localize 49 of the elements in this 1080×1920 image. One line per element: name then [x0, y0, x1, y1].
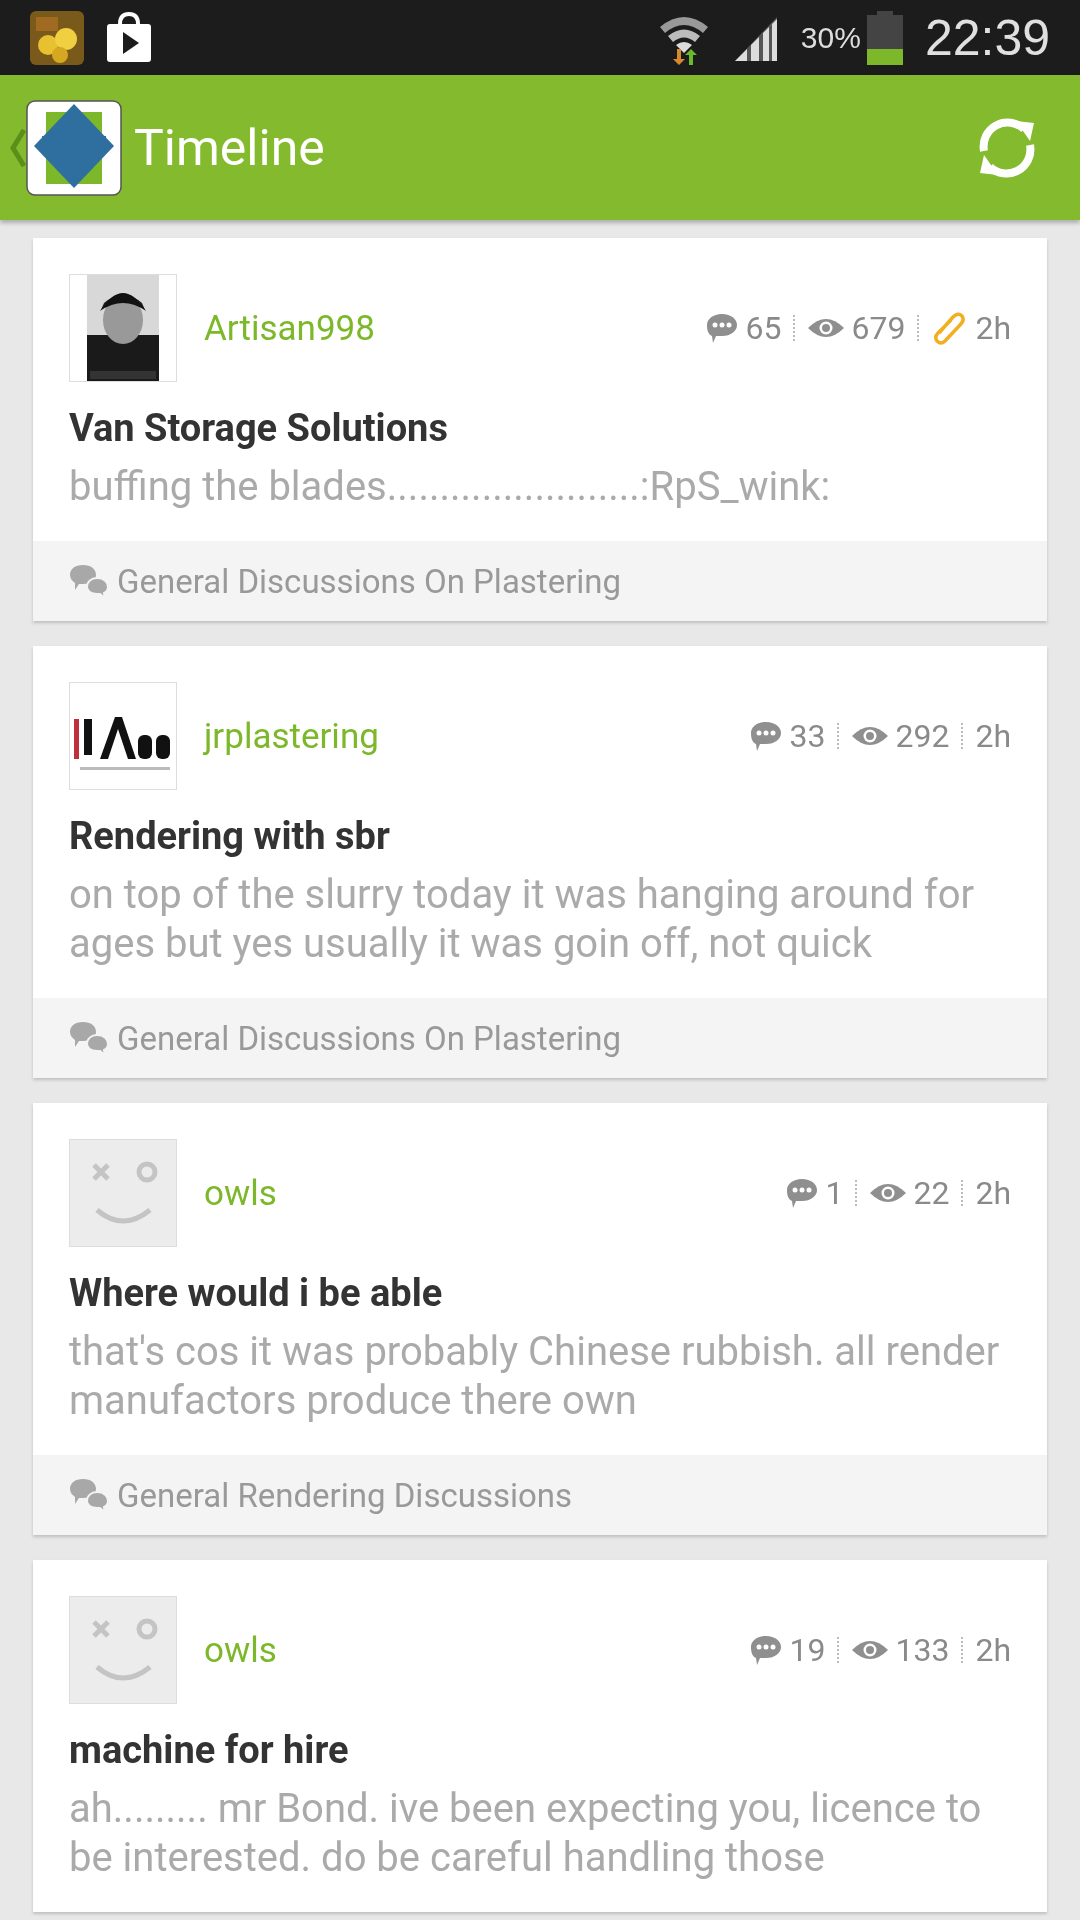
chat-bubbles-icon	[69, 563, 109, 599]
comment-icon	[705, 312, 740, 344]
post-age: 2h	[975, 309, 1011, 347]
author-name[interactable]: Artisan998	[204, 307, 375, 349]
view-count: 292	[895, 717, 950, 755]
eye-icon	[851, 724, 890, 748]
default-avatar-icon	[69, 1139, 177, 1247]
post-excerpt: on top of the slurry today it was hanging around for ages but yes usually it was goin off, not quick	[69, 870, 975, 968]
post-excerpt: that's cos it was probably Chinese rubbish. all render manufactors produce there own	[69, 1327, 1001, 1425]
chat-bubbles-icon	[69, 1477, 109, 1513]
post-card[interactable]: jrplastering 33 292 2h Rendering with sbr on top of the slurry today it was hanging around for ages but yes usually it was goin off, not quick General Discussions On Plastering	[33, 646, 1047, 1078]
battery-percentage: 30%	[800, 20, 861, 55]
game-app-icon	[30, 10, 84, 65]
author-name[interactable]: owls	[204, 1629, 277, 1671]
post-card[interactable]: owls 1 22 2h Where would i be able that's cos it was probably Chinese rubbish. all render manufactors produce there own General Rendering Discussions	[33, 1103, 1047, 1535]
view-count: 133	[895, 1631, 950, 1669]
post-age: 2h	[975, 1631, 1011, 1669]
post-excerpt: ah......... mr Bond. ive been expecting you, licence to be interested. do be careful handling those	[69, 1784, 983, 1882]
eye-icon	[851, 1638, 890, 1662]
post-excerpt: buffing the blades........................:RpS_wink:	[69, 462, 832, 511]
comment-icon	[749, 1634, 784, 1666]
post-title: Where would i be able	[69, 1271, 444, 1315]
back-chevron-icon[interactable]	[10, 127, 26, 168]
app-logo[interactable]	[26, 99, 122, 196]
eye-icon	[869, 1181, 908, 1205]
screen-title: Timeline	[134, 118, 325, 177]
reply-count: 1	[825, 1174, 844, 1212]
battery-icon	[866, 10, 903, 65]
post-age: 2h	[975, 717, 1011, 755]
post-title: Rendering with sbr	[69, 814, 391, 858]
post-card[interactable]: owls 19 133 2h machine for hire ah......... mr Bond. ive been expecting you, licence to be interested. do be careful handling those	[33, 1560, 1047, 1912]
author-name[interactable]: jrplastering	[204, 715, 379, 757]
status-time: 22:39	[924, 8, 1050, 67]
post-card[interactable]: Artisan998 65 679 2h Van Storage Solutions buffing the blades........................:RpS_wink: General Discussions On Plastering	[33, 238, 1047, 621]
view-count: 679	[851, 309, 906, 347]
reply-count: 33	[789, 717, 826, 755]
default-avatar-icon	[69, 1596, 177, 1704]
post-title: machine for hire	[69, 1728, 350, 1772]
author-name[interactable]: owls	[204, 1172, 277, 1214]
chat-bubbles-icon	[69, 1020, 109, 1056]
view-count: 22	[913, 1174, 950, 1212]
comment-icon	[785, 1177, 820, 1209]
eye-icon	[807, 316, 846, 340]
post-title: Van Storage Solutions	[69, 406, 449, 450]
reply-count: 19	[789, 1631, 826, 1669]
comment-icon	[749, 720, 784, 752]
play-store-icon	[106, 11, 152, 64]
reply-count: 65	[745, 309, 782, 347]
post-age: 2h	[975, 1174, 1011, 1212]
